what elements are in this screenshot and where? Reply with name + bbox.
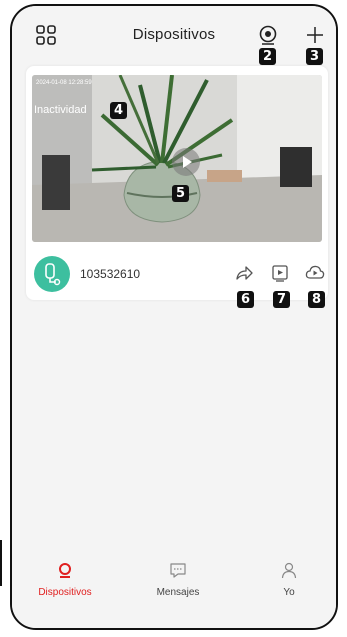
annotation-badge-play: 5: [172, 185, 189, 202]
annotation-badge-inactivity: 4: [110, 102, 127, 119]
page-title: Dispositivos: [132, 26, 216, 43]
device-card[interactable]: 2024-01-08 12:28:59 Inactividad 4 5 1035…: [26, 66, 328, 308]
device-side-frame: [0, 540, 2, 586]
bottom-tab-bar: Dispositivos Mensajes Yo: [12, 551, 336, 628]
annotation-badge-share: 6: [237, 291, 254, 308]
camera-add-icon[interactable]: [256, 23, 280, 47]
inactivity-label: Inactividad: [34, 104, 87, 116]
tab-label-yo: Yo: [283, 587, 295, 598]
message-icon: [170, 563, 186, 578]
device-icon: [59, 563, 71, 578]
device-id: 103532610: [80, 267, 141, 281]
play-button[interactable]: [172, 148, 200, 176]
tab-label-mensajes: Mensajes: [156, 587, 200, 598]
cloud-playback-icon[interactable]: [305, 263, 325, 283]
tab-yo[interactable]: Yo: [244, 561, 334, 598]
app-header: Dispositivos 2 3: [12, 6, 336, 65]
annotation-badge-add: 3: [306, 48, 323, 65]
annotation-badge-playback: 7: [273, 291, 290, 308]
camera-device-icon: [45, 263, 61, 286]
video-timestamp: 2024-01-08 12:28:59: [36, 80, 92, 86]
device-avatar: [34, 256, 70, 292]
annotation-badge-cloud: 8: [308, 291, 325, 308]
share-icon[interactable]: [234, 263, 254, 283]
person-icon: [281, 562, 297, 579]
tab-label-dispositivos: Dispositivos: [38, 587, 92, 598]
annotation-badge-camera: 2: [259, 48, 276, 65]
phone-screen: Dispositivos 2 3 2024-01-08 12:28:59 Ina…: [10, 4, 338, 630]
plus-icon[interactable]: [303, 23, 327, 47]
playback-icon[interactable]: [270, 263, 290, 283]
tab-dispositivos[interactable]: Dispositivos: [20, 561, 110, 598]
tab-mensajes[interactable]: Mensajes: [133, 561, 223, 598]
video-preview[interactable]: 2024-01-08 12:28:59 Inactividad 4 5: [32, 75, 322, 242]
